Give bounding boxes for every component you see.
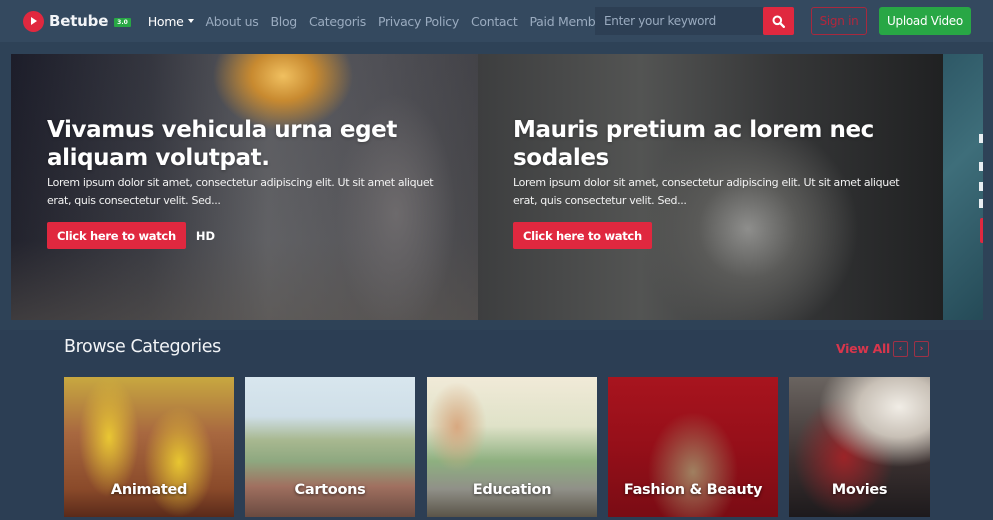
view-all-link[interactable]: View All — [836, 341, 890, 356]
category-label: Movies — [831, 482, 888, 498]
carousel-prev-button[interactable]: ‹ — [893, 341, 908, 357]
nav-item-about[interactable]: About us — [206, 14, 259, 29]
slide-caption: Vivamus vehicula urna eget aliquam volut… — [47, 116, 447, 249]
partial-watch-button[interactable] — [980, 218, 983, 243]
partial-title-fragment — [979, 162, 983, 171]
category-label: Animated — [110, 482, 188, 498]
search-input[interactable] — [595, 7, 763, 35]
hd-badge: HD — [195, 228, 216, 243]
nav-item-label: Home — [147, 13, 184, 29]
nav-item-contact[interactable]: Contact — [471, 14, 518, 29]
nav-item-label: Privacy Policy — [377, 13, 459, 29]
nav-item-label: Blog — [270, 13, 298, 29]
slide-caption: Mauris pretium ac lorem nec sodales Lore… — [513, 116, 913, 249]
partial-title-fragment — [979, 134, 983, 143]
version-badge: 3.0 — [114, 17, 131, 27]
slide-actions: Click here to watch — [513, 222, 913, 249]
hero-slide-partial[interactable] — [943, 54, 983, 320]
watch-button[interactable]: Click here to watch — [513, 222, 652, 249]
slide-title: Mauris pretium ac lorem nec sodales — [513, 117, 874, 171]
nav-item-blog[interactable]: Blog — [270, 13, 298, 29]
category-label: Cartoons — [294, 482, 366, 498]
partial-text-fragment — [979, 182, 983, 191]
hero-slide[interactable]: Mauris pretium ac lorem nec sodales Lore… — [478, 54, 943, 320]
main-nav: Home About us Blog Categoris Privacy Pol… — [148, 14, 654, 29]
nav-item-categories[interactable]: Categoris — [309, 14, 366, 29]
slide-description: Lorem ipsum dolor sit amet, consectetur … — [47, 176, 434, 207]
hero-slide[interactable]: Vivamus vehicula urna eget aliquam volut… — [11, 54, 478, 320]
nav-item-label: Categoris — [308, 13, 366, 29]
category-card-education[interactable]: Education — [427, 377, 597, 517]
slide-description: Lorem ipsum dolor sit amet, consectetur … — [513, 176, 900, 207]
slide-title: Vivamus vehicula urna eget aliquam volut… — [47, 117, 397, 171]
partial-text-fragment — [979, 199, 983, 208]
category-card-animated[interactable]: Animated — [64, 377, 234, 517]
play-logo-icon — [23, 10, 44, 32]
search-form — [595, 7, 795, 35]
browse-categories-title: Browse Categories — [64, 337, 221, 357]
category-label: Fashion & Beauty — [623, 482, 763, 498]
nav-item-home[interactable]: Home — [148, 14, 194, 29]
carousel-next-button[interactable]: › — [914, 341, 929, 357]
nav-item-label: Contact — [470, 13, 518, 29]
brand-name: Betube — [49, 12, 109, 30]
nav-item-label: About us — [205, 13, 259, 29]
nav-item-privacy[interactable]: Privacy Policy — [378, 14, 459, 29]
category-label: Education — [472, 482, 552, 498]
category-card-cartoons[interactable]: Cartoons — [245, 377, 415, 517]
sign-in-button[interactable]: Sign in — [811, 7, 867, 35]
search-icon — [772, 15, 785, 28]
category-card-movies[interactable]: Movies — [789, 377, 930, 517]
hero-slider: Vivamus vehicula urna eget aliquam volut… — [0, 42, 993, 330]
watch-button[interactable]: Click here to watch — [47, 222, 186, 249]
search-button[interactable] — [763, 7, 794, 35]
chevron-left-icon: ‹ — [898, 344, 903, 354]
category-card-fashion-beauty[interactable]: Fashion & Beauty — [608, 377, 778, 517]
caret-down-icon — [187, 19, 194, 23]
top-navbar: Betube 3.0 Home About us Blog Categoris … — [0, 0, 993, 42]
upload-video-button[interactable]: Upload Video — [879, 7, 971, 35]
slide-actions: Click here to watch HD — [47, 222, 447, 249]
brand-logo-link[interactable]: Betube 3.0 — [23, 10, 131, 32]
chevron-right-icon: › — [919, 344, 924, 354]
